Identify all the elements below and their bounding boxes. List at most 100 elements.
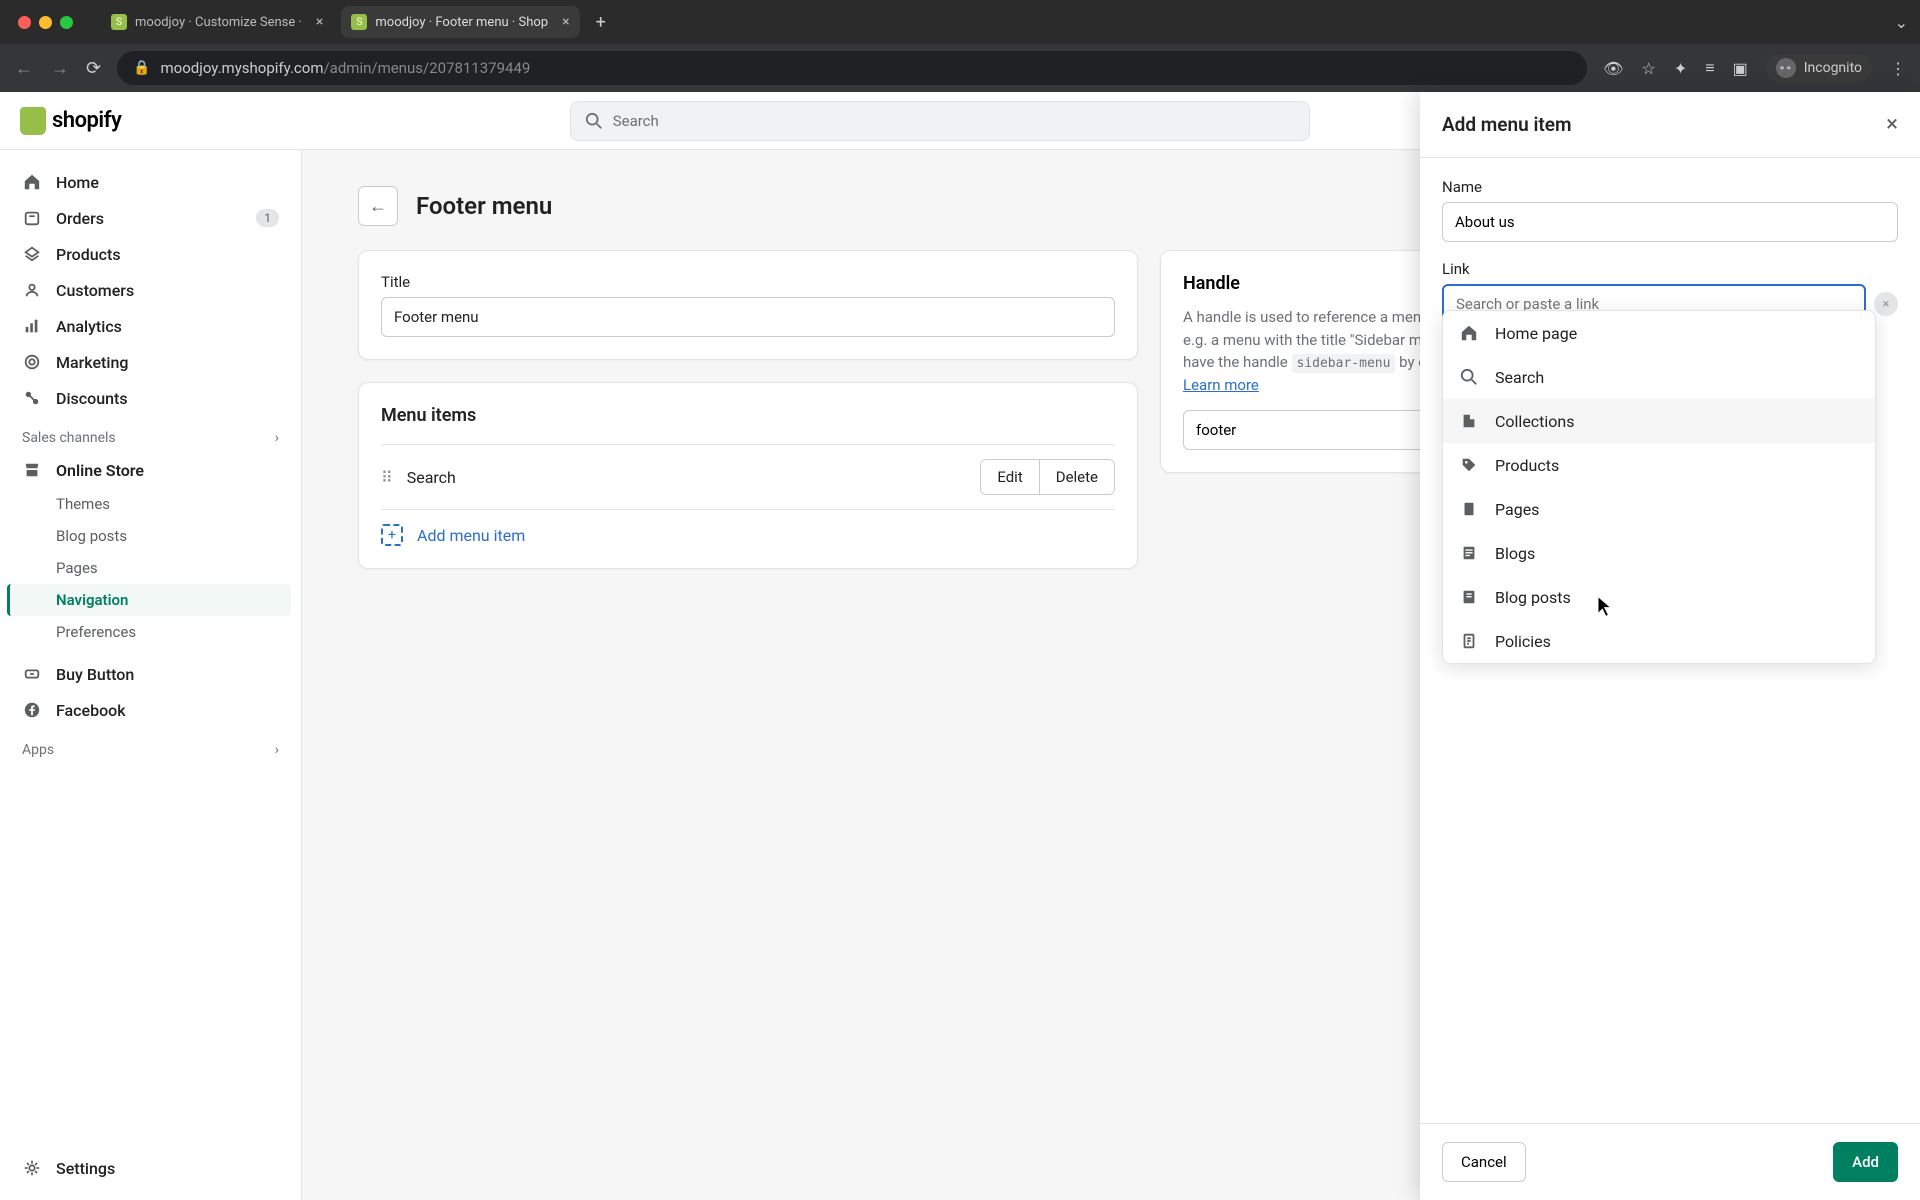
close-tab-icon[interactable]: × [562,14,569,30]
page-title: Footer menu [416,192,552,220]
sidebar-item-discounts[interactable]: Discounts [10,380,291,416]
favicon-icon: S [351,14,367,30]
policies-icon [1459,631,1479,651]
menu-item-label: Search [407,468,967,487]
edit-button[interactable]: Edit [981,460,1038,494]
apps-header[interactable]: Apps › [10,728,291,764]
chevron-down-icon[interactable]: ⌄ [1895,13,1908,32]
orders-badge: 1 [256,209,279,227]
title-label: Title [381,273,1115,291]
nav-back-icon[interactable]: ← [14,58,34,79]
delete-button[interactable]: Delete [1039,460,1114,494]
tab-bar: S moodjoy · Customize Sense · × S moodjo… [0,0,1920,44]
sidebar-item-settings[interactable]: Settings [10,1150,291,1186]
sidebar-item-orders[interactable]: Orders 1 [10,200,291,236]
dropdown-item-collections[interactable]: Collections [1443,399,1875,443]
eye-off-icon[interactable]: 👁 [1603,59,1623,78]
menu-items-card: Menu items ⠿ Search Edit Delete + Add me… [358,382,1138,569]
browser-tab-0[interactable]: S moodjoy · Customize Sense · × [101,6,333,38]
dropdown-item-blogs[interactable]: Blogs [1443,531,1875,575]
close-tab-icon[interactable]: × [316,14,323,30]
analytics-icon [22,316,42,336]
traffic-lights [18,16,73,29]
blog-posts-icon [1459,587,1479,607]
dropdown-item-home[interactable]: Home page [1443,311,1875,355]
sidebar-subitem-preferences[interactable]: Preferences [10,616,291,648]
facebook-icon [22,700,42,720]
menu-item-row: ⠿ Search Edit Delete [381,444,1115,509]
favicon-icon: S [111,14,127,30]
reload-icon[interactable]: ⟳ [86,58,101,79]
sidebar-item-facebook[interactable]: Facebook [10,692,291,728]
clear-link-button[interactable]: × [1874,292,1898,316]
panel-icon[interactable]: ▣ [1733,59,1748,78]
new-tab-button[interactable]: + [588,12,614,33]
close-panel-button[interactable]: × [1886,112,1898,137]
name-input[interactable] [1442,202,1898,242]
sidebar-item-online-store[interactable]: Online Store [10,452,291,488]
star-icon[interactable]: ☆ [1642,59,1656,78]
title-input[interactable] [381,297,1115,337]
sidebar-item-customers[interactable]: Customers [10,272,291,308]
window-minimize-icon[interactable] [39,16,52,29]
store-icon [22,460,42,480]
learn-more-link[interactable]: Learn more [1183,376,1259,394]
tab-title: moodjoy · Customize Sense · [135,15,302,30]
products-icon [22,244,42,264]
dropdown-item-policies[interactable]: Policies [1443,619,1875,663]
sidebar-subitem-navigation[interactable]: Navigation [7,584,291,616]
search-icon [585,112,603,130]
window-maximize-icon[interactable] [60,16,73,29]
sidebar-subitem-themes[interactable]: Themes [10,488,291,520]
reading-list-icon[interactable]: ≡ [1705,58,1714,78]
browser-tab-1[interactable]: S moodjoy · Footer menu · Shop × [341,6,579,38]
sidebar-item-buy-button[interactable]: Buy Button [10,656,291,692]
sidebar-item-products[interactable]: Products [10,236,291,272]
shopify-logo-mark-icon [20,107,46,135]
sidebar: Home Orders 1 Products Customers Analyti… [0,150,302,1200]
nav-forward-icon: → [50,58,70,79]
panel-title: Add menu item [1442,113,1572,136]
dropdown-item-pages[interactable]: Pages [1443,487,1875,531]
sidebar-item-marketing[interactable]: Marketing [10,344,291,380]
dropdown-item-search[interactable]: Search [1443,355,1875,399]
sidebar-item-analytics[interactable]: Analytics [10,308,291,344]
home-icon [1459,323,1479,343]
search-placeholder: Search [613,112,659,130]
link-label: Link [1442,260,1898,278]
extensions-icon[interactable]: ✦ [1674,59,1687,78]
cancel-button[interactable]: Cancel [1442,1142,1526,1182]
orders-icon [22,208,42,228]
sidebar-subitem-pages[interactable]: Pages [10,552,291,584]
shopify-logo[interactable]: shopify [20,107,121,135]
sidebar-item-home[interactable]: Home [10,164,291,200]
kebab-menu-icon[interactable]: ⋮ [1890,59,1906,78]
blogs-icon [1459,543,1479,563]
back-button[interactable]: ← [358,186,398,226]
dropdown-item-products[interactable]: Products [1443,443,1875,487]
incognito-badge[interactable]: 👓 Incognito [1766,54,1872,82]
title-card: Title [358,250,1138,360]
tag-icon [1459,455,1479,475]
drag-handle-icon[interactable]: ⠿ [381,468,393,487]
shopify-logo-text: shopify [52,108,121,133]
add-menu-item-label: Add menu item [417,526,525,545]
add-menu-item-button[interactable]: + Add menu item [381,509,1115,546]
lock-icon: 🔒 [133,60,150,76]
dropdown-item-blog-posts[interactable]: Blog posts [1443,575,1875,619]
gear-icon [22,1158,42,1178]
sales-channels-header[interactable]: Sales channels › [10,416,291,452]
add-button[interactable]: Add [1833,1142,1898,1182]
search-icon [1459,367,1479,387]
chevron-right-icon: › [275,742,279,758]
sidebar-subitem-blog-posts[interactable]: Blog posts [10,520,291,552]
tab-title: moodjoy · Footer menu · Shop [375,15,548,30]
app-shell: shopify Search RK Ramy Khuffash Home Ord… [0,92,1920,1200]
url-text: moodjoy.myshopify.com/admin/menus/207811… [161,59,531,77]
url-bar[interactable]: 🔒 moodjoy.myshopify.com/admin/menus/2078… [117,51,1587,85]
add-menu-item-panel: Add menu item × Name Link × Home page Se… [1420,92,1920,1200]
window-close-icon[interactable] [18,16,31,29]
global-search-input[interactable]: Search [570,101,1310,141]
incognito-icon: 👓 [1776,58,1796,78]
name-label: Name [1442,178,1898,196]
